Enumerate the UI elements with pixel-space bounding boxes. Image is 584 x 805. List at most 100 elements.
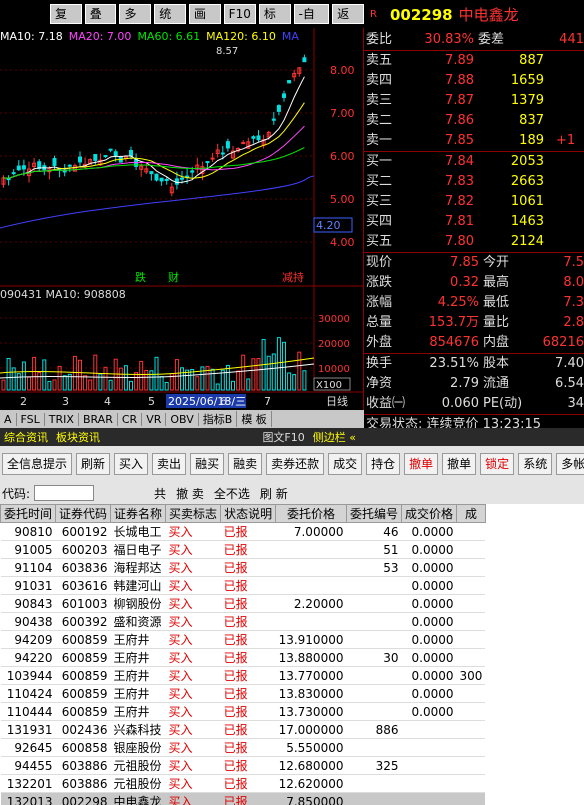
column-header[interactable]: 委托编号 xyxy=(345,504,403,523)
topbar-button[interactable]: 复权 xyxy=(50,4,82,39)
candle-body xyxy=(11,172,16,175)
kline-chart-panel[interactable]: MA10: 7.18 MA20: 7.00 MA60: 6.61 MA120: 6.1… xyxy=(0,28,364,410)
indicator-tab[interactable]: CR xyxy=(118,412,143,426)
table-cell xyxy=(401,738,457,757)
filter-button[interactable]: 全不选 xyxy=(214,485,250,502)
filter-button[interactable]: 共 xyxy=(154,485,166,502)
date-tick: 5 xyxy=(148,395,155,408)
toolbar-button[interactable]: 持仓 xyxy=(366,453,401,475)
volume-bar xyxy=(83,375,88,391)
topbar-button[interactable]: F10 xyxy=(223,4,256,24)
filter-button[interactable]: 撤 卖 xyxy=(176,485,204,502)
toolbar-button[interactable]: 卖出 xyxy=(152,453,187,475)
order-label: 买二 xyxy=(366,174,393,189)
table-row[interactable]: 131931 002436 兴森科技 买入 已报 17.000000 886 xyxy=(0,720,486,739)
code-input[interactable] xyxy=(34,485,95,501)
indicator-tab[interactable]: A xyxy=(0,412,17,426)
column-header[interactable]: 成 xyxy=(456,504,486,523)
indicator-tab[interactable]: BRAR xyxy=(79,412,118,426)
table-row[interactable]: 90810 600192 长城电工 买入 已报 7.00000 46 0.0000 xyxy=(0,522,486,541)
news-bar: 综合资讯 板块资讯 图文F10 侧边栏 « xyxy=(0,428,584,446)
topbar-button[interactable]: 标记 xyxy=(258,4,291,39)
table-row[interactable]: 132201 603886 元祖股份 买入 已报 12.620000 xyxy=(0,774,486,793)
table-row[interactable]: 94220 600859 王府井 买入 已报 13.880000 30 0.0000 xyxy=(0,648,486,667)
table-row[interactable]: 132013 002298 中电鑫龙 买入 已报 7.850000 xyxy=(0,792,486,805)
table-cell xyxy=(456,720,486,739)
table-cell xyxy=(456,540,486,559)
news-tab[interactable]: 板块资讯 xyxy=(52,429,104,445)
toolbar-button[interactable]: 成交 xyxy=(328,453,363,475)
volume-bar xyxy=(129,380,133,391)
table-cell: 王府井 xyxy=(110,648,166,667)
topbar-button[interactable]: 画线 xyxy=(188,4,221,39)
news-tab[interactable]: 综合资讯 xyxy=(0,429,52,445)
table-cell: 盛和资源 xyxy=(110,612,166,631)
stat-label: 内盘 xyxy=(483,335,510,350)
topbar-button[interactable]: 叠加 xyxy=(84,4,117,39)
table-row[interactable]: 110424 600859 王府井 买入 已报 13.830000 0.0000 xyxy=(0,684,486,703)
table-cell xyxy=(346,702,402,721)
toolbar-button[interactable]: 买入 xyxy=(114,453,149,475)
toolbar-button[interactable]: 卖券还款 xyxy=(266,453,325,475)
column-header[interactable]: 成交价格 xyxy=(400,504,458,523)
table-row[interactable]: 91104 603836 海程邦达 买入 已报 53 0.0000 xyxy=(0,558,486,577)
candle-body xyxy=(52,158,57,166)
table-cell: 已报 xyxy=(220,576,276,595)
column-header[interactable]: 证券名称 xyxy=(110,504,167,523)
indicator-tab[interactable]: TRIX xyxy=(45,412,79,426)
topbar-button[interactable]: 统计 xyxy=(154,4,186,39)
table-row[interactable]: 91005 600203 福日电子 买入 已报 51 0.0000 xyxy=(0,540,486,559)
table-row[interactable]: 91031 603616 韩建河山 买入 已报 0.0000 xyxy=(0,576,486,595)
table-cell xyxy=(456,522,486,541)
toolbar-button[interactable]: 多帐号 xyxy=(556,453,584,475)
column-header[interactable]: 证券代码 xyxy=(55,504,112,523)
stat-value: 153.7万 xyxy=(428,315,479,330)
toolbar-button[interactable]: 撤单 xyxy=(442,453,477,475)
column-header[interactable]: 委托价格 xyxy=(275,504,347,523)
candle-body xyxy=(220,152,225,155)
indicator-tab[interactable]: FSL xyxy=(17,412,45,426)
table-cell: 已报 xyxy=(220,738,276,757)
topbar-button[interactable]: 多股 xyxy=(119,4,152,39)
table-row[interactable]: 103944 600859 王府井 买入 已报 13.770000 0.0000 300 xyxy=(0,666,486,685)
stat-value: 6.54 xyxy=(555,376,584,391)
indicator-tab[interactable]: OBV xyxy=(166,412,199,426)
news-tab[interactable]: 图文F10 xyxy=(258,429,308,445)
table-row[interactable]: 94209 600859 王府井 买入 已报 13.910000 0.0000 xyxy=(0,630,486,649)
toolbar-button[interactable]: 锁定 xyxy=(480,453,515,475)
toolbar-button[interactable]: 全信息提示 xyxy=(2,453,73,475)
toolbar-button[interactable]: 融买 xyxy=(190,453,225,475)
topbar-button[interactable]: 返回 xyxy=(332,4,364,39)
table-row[interactable]: 92645 600858 银座股份 买入 已报 5.550000 xyxy=(0,738,486,757)
table-cell xyxy=(456,576,486,595)
column-header[interactable]: 状态说明 xyxy=(220,504,277,523)
column-header[interactable]: 委托时间 xyxy=(0,504,57,523)
table-row[interactable]: 90843 601003 柳钢股份 买入 已报 2.20000 0.0000 xyxy=(0,594,486,613)
toolbar-button[interactable]: 系统 xyxy=(518,453,553,475)
topbar-button[interactable]: -自选 xyxy=(293,4,330,39)
news-tab[interactable]: 侧边栏 « xyxy=(309,429,360,445)
kline-chart[interactable]: 8.00 7.00 6.00 5.00 4.00 8.57 4.20 跌 财 减持 30000 200… xyxy=(0,28,364,410)
order-row: 买二 7.83 2663 xyxy=(364,172,584,192)
weibi-row: 委比 30.83% 委差 441 xyxy=(366,32,584,47)
indicator-tab[interactable]: 指标B xyxy=(199,411,238,427)
toolbar-button[interactable]: 撤单 xyxy=(404,453,439,475)
toolbar-button[interactable]: 刷新 xyxy=(76,453,111,475)
table-cell: 已报 xyxy=(220,792,276,805)
toolbar-button[interactable]: 融卖 xyxy=(228,453,263,475)
date-tick: 7 xyxy=(264,395,271,408)
column-header[interactable]: 买卖标志 xyxy=(165,504,222,523)
filter-button[interactable]: 刷 新 xyxy=(260,485,288,502)
volume-bar xyxy=(266,355,271,391)
table-row[interactable]: 110444 600859 王府井 买入 已报 13.730000 0.0000 xyxy=(0,702,486,721)
table-row[interactable]: 90438 600392 盛和资源 买入 已报 0.0000 xyxy=(0,612,486,631)
indicator-tab[interactable]: VR xyxy=(142,412,167,426)
table-row[interactable]: 94455 603886 元祖股份 买入 已报 12.680000 325 xyxy=(0,756,486,775)
indicator-tab[interactable]: 模 板 xyxy=(237,411,272,427)
price-tick: 4.00 xyxy=(330,236,355,249)
table-cell xyxy=(346,792,402,805)
candle-body xyxy=(282,93,286,98)
table-cell: 银座股份 xyxy=(110,738,166,757)
table-cell: 已报 xyxy=(220,630,276,649)
order-price: 7.86 xyxy=(445,113,474,128)
